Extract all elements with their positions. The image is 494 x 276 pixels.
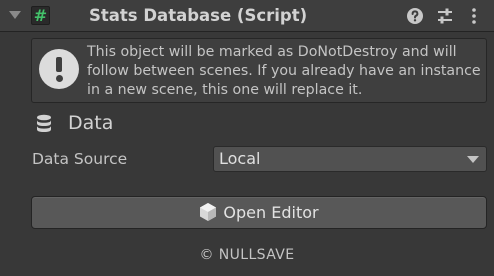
script-icon-checkbox[interactable]: #: [31, 6, 50, 25]
foldout-arrow-icon[interactable]: [9, 11, 21, 19]
helpbox-message: This object will be marked as DoNotDestr…: [87, 44, 481, 98]
presets-sliders-icon[interactable]: [436, 7, 454, 25]
component-header[interactable]: # Stats Database (Script): [0, 0, 494, 32]
data-source-value: Local: [219, 149, 261, 168]
script-hash-icon: #: [33, 5, 48, 25]
open-editor-label: Open Editor: [223, 202, 319, 222]
database-icon: [37, 114, 51, 132]
data-source-dropdown[interactable]: Local: [213, 146, 487, 172]
data-source-label: Data Source: [32, 150, 128, 168]
info-helpbox: This object will be marked as DoNotDestr…: [31, 38, 487, 103]
section-title-data: Data: [68, 112, 114, 134]
chevron-down-icon: [467, 156, 479, 163]
copyright-footer: © NULLSAVE: [199, 247, 295, 263]
open-editor-button[interactable]: Open Editor: [31, 196, 487, 229]
component-title: Stats Database (Script): [89, 6, 308, 25]
context-menu-icon[interactable]: [467, 7, 481, 25]
warning-exclamation-icon: [39, 49, 79, 89]
hexagon-icon: [200, 203, 217, 221]
help-icon[interactable]: [406, 7, 424, 25]
